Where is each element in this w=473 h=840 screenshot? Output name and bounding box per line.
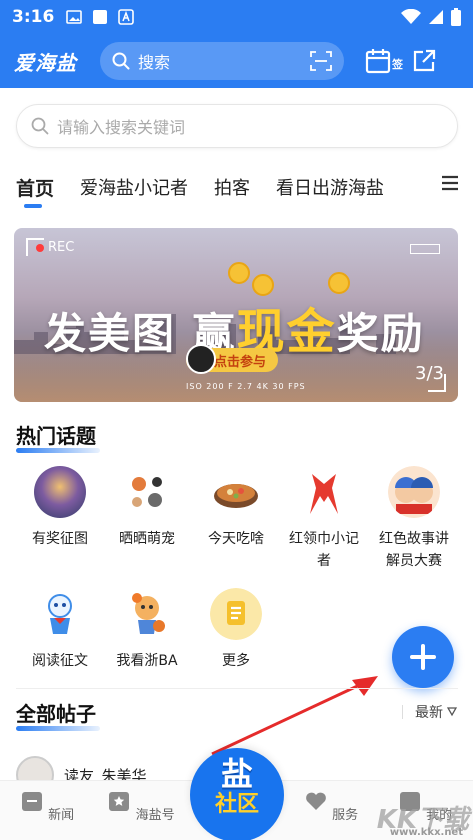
star-badge-icon: [109, 792, 130, 811]
nav-service-label: 服务: [332, 808, 359, 823]
all-posts-heading-text: 全部帖子: [16, 702, 96, 726]
nav-haiyan-hao-label: 海盐号: [135, 808, 175, 823]
sort-separator: [402, 705, 403, 719]
nav-news-label: 新闻: [48, 808, 75, 823]
sort-label: 最新: [415, 705, 443, 721]
heart-icon: [306, 792, 326, 810]
section-divider: [16, 688, 458, 689]
sort-dropdown[interactable]: 最新: [402, 702, 457, 722]
community-button-bottom: 社区: [214, 792, 259, 817]
nav-service[interactable]: 服务: [296, 789, 366, 823]
community-button-top: 盐: [220, 755, 253, 793]
filter-triangle-icon: [447, 707, 457, 717]
nav-news[interactable]: 新闻: [12, 789, 82, 823]
nav-community-button[interactable]: 盐 社区: [190, 748, 284, 840]
heading-underline: [16, 726, 100, 731]
nav-haiyan-hao[interactable]: 海盐号: [106, 789, 176, 823]
watermark: KK下载 www.kkx.net: [377, 799, 469, 838]
watermark-url: www.kkx.net: [389, 827, 463, 838]
all-posts-heading: 全部帖子: [16, 698, 100, 731]
news-icon: [21, 792, 42, 811]
